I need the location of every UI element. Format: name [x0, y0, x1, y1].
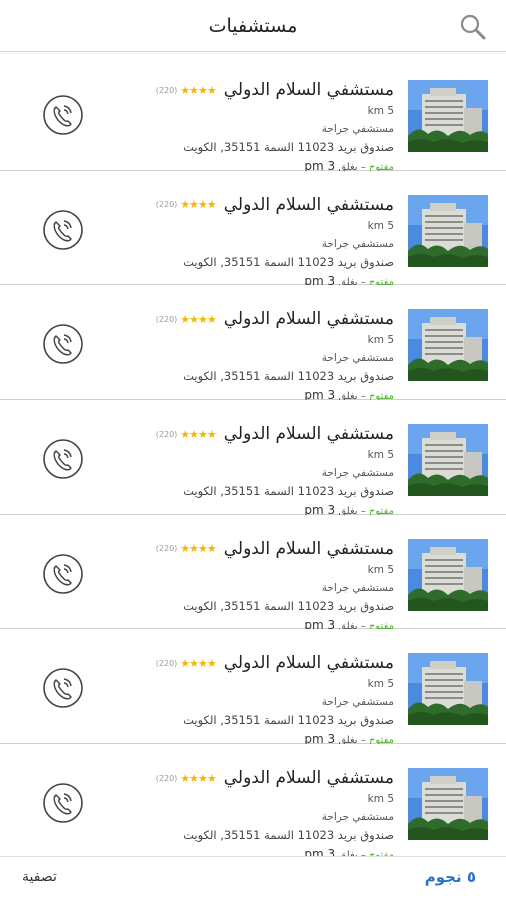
hospital-name: مستشفي السلام الدولي: [223, 80, 394, 100]
name-row: مستشفي السلام الدولي ★★★★ (220): [144, 78, 394, 102]
search-icon[interactable]: [458, 12, 488, 42]
phone-call-icon[interactable]: [42, 323, 84, 365]
review-count: (220): [155, 314, 178, 324]
distance: km 5: [367, 449, 394, 462]
category: مستشفي جراحة: [321, 123, 394, 135]
name-row: مستشفي السلام الدولي ★★★★ (220): [144, 307, 394, 331]
review-count: (220): [155, 85, 178, 95]
address: صندوق بريد 11023 السمة 35151, الكويت: [183, 828, 394, 843]
name-row: مستشفي السلام الدولي ★★★★ (220): [144, 766, 394, 790]
hospital-image: [408, 80, 488, 152]
rating-stars: ★★★★: [180, 771, 216, 785]
rating-stars: ★★★★: [180, 542, 216, 556]
hospital-name: مستشفي السلام الدولي: [223, 538, 394, 559]
filter-button[interactable]: تصفية: [22, 869, 57, 885]
list-item[interactable]: مستشفي السلام الدولي ★★★★ (220) km 5 مست…: [0, 56, 506, 173]
distance: km 5: [367, 334, 394, 347]
page-title: مستشفيات: [208, 15, 298, 37]
hospital-name: مستشفي السلام الدولي: [223, 653, 394, 674]
address: صندوق بريد 11023 السمة 35151, الكويت: [183, 369, 394, 384]
distance: km 5: [367, 219, 394, 232]
hospital-info: مستشفي السلام الدولي ★★★★ (220) km 5 مست…: [144, 78, 394, 176]
hospital-name: مستشفي السلام الدولي: [223, 194, 394, 215]
hospital-name: مستشفي السلام الدولي: [223, 309, 394, 330]
category: مستشفي جراحة: [321, 696, 394, 709]
hospital-info: مستشفي السلام الدولي ★★★★ (220) km 5 مست…: [144, 422, 394, 520]
rating-stars: ★★★★: [180, 312, 216, 326]
hospital-info: مستشفي السلام الدولي ★★★★ (220) km 5 مست…: [144, 537, 394, 635]
hospital-info: مستشفي السلام الدولي ★★★★ (220) km 5 مست…: [144, 307, 394, 405]
list-item[interactable]: مستشفي السلام الدولي ★★★★ (220) km 5 مست…: [0, 629, 506, 746]
phone-call-icon[interactable]: [42, 782, 84, 824]
hospital-info: مستشفي السلام الدولي ★★★★ (220) km 5 مست…: [144, 651, 394, 749]
list-item[interactable]: مستشفي السلام الدولي ★★★★ (220) km 5 مست…: [0, 400, 506, 517]
name-row: مستشفي السلام الدولي ★★★★ (220): [144, 422, 394, 446]
app-header: مستشفيات: [0, 0, 506, 52]
list-item[interactable]: مستشفي السلام الدولي ★★★★ (220) km 5 مست…: [0, 744, 506, 861]
address: صندوق بريد 11023 السمة 35151, الكويت: [183, 713, 394, 728]
hospital-image: [408, 768, 488, 841]
distance: km 5: [367, 793, 394, 806]
hospital-image: [408, 538, 488, 611]
rating-stars: ★★★★: [180, 83, 216, 97]
rating-stars: ★★★★: [180, 198, 216, 212]
address: صندوق بريد 11023 السمة 35151, الكويت: [183, 484, 394, 499]
review-count: (220): [155, 200, 178, 210]
category: مستشفي جراحة: [321, 581, 394, 594]
stars-filter-button[interactable]: ٥ نجوم: [425, 868, 476, 886]
distance: km 5: [367, 105, 394, 117]
name-row: مستشفي السلام الدولي ★★★★ (220): [144, 193, 394, 217]
list-item[interactable]: مستشفي السلام الدولي ★★★★ (220) km 5 مست…: [0, 170, 506, 288]
hospital-name: مستشفي السلام الدولي: [223, 768, 394, 789]
list-item[interactable]: مستشفي السلام الدولي ★★★★ (220) km 5 مست…: [0, 514, 506, 632]
distance: km 5: [367, 563, 394, 576]
review-count: (220): [155, 773, 178, 783]
phone-call-icon[interactable]: [42, 209, 84, 251]
category: مستشفي جراحة: [321, 811, 394, 824]
phone-call-icon[interactable]: [42, 667, 84, 709]
review-count: (220): [155, 429, 178, 439]
address: صندوق بريد 11023 السمة 35151, الكويت: [183, 598, 394, 613]
hospital-info: مستشفي السلام الدولي ★★★★ (220) km 5 مست…: [144, 193, 394, 291]
review-count: (220): [155, 544, 178, 554]
category: مستشفي جراحة: [321, 237, 394, 250]
list-item[interactable]: مستشفي السلام الدولي ★★★★ (220) km 5 مست…: [0, 285, 506, 402]
bottom-bar: تصفية ٥ نجوم: [0, 856, 506, 900]
rating-stars: ★★★★: [180, 427, 216, 441]
address: صندوق بريد 11023 السمة 35151, الكويت: [183, 254, 394, 269]
hospital-image: [408, 194, 488, 267]
category: مستشفي جراحة: [321, 467, 394, 480]
review-count: (220): [155, 658, 178, 668]
hospital-info: مستشفي السلام الدولي ★★★★ (220) km 5 مست…: [144, 766, 394, 864]
name-row: مستشفي السلام الدولي ★★★★ (220): [144, 651, 394, 675]
hospital-image: [408, 653, 488, 726]
address: صندوق بريد 11023 السمة 35151, الكويت: [183, 140, 394, 154]
distance: km 5: [367, 678, 394, 691]
hospital-list: مستشفي السلام الدولي ★★★★ (220) km 5 مست…: [0, 56, 506, 861]
hospital-image: [408, 309, 488, 382]
phone-call-icon[interactable]: [42, 553, 84, 595]
hospital-name: مستشفي السلام الدولي: [223, 424, 394, 445]
rating-stars: ★★★★: [180, 656, 216, 670]
phone-call-icon[interactable]: [42, 94, 84, 136]
name-row: مستشفي السلام الدولي ★★★★ (220): [144, 537, 394, 561]
phone-call-icon[interactable]: [42, 438, 84, 480]
category: مستشفي جراحة: [321, 352, 394, 365]
hospital-image: [408, 424, 488, 497]
